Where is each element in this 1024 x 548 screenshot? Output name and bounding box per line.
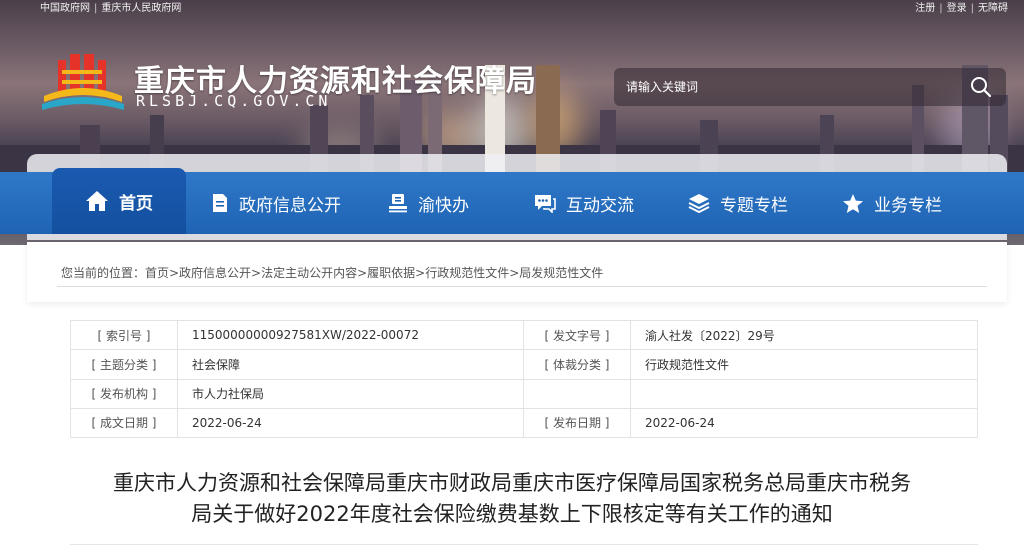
site-logo[interactable] — [40, 50, 126, 114]
nav-label: 互动交流 — [566, 195, 634, 216]
table-row: [ 索引号 ] 11500000000927581XW/2022-00072 [… — [70, 319, 978, 351]
docno-label: [ 发文字号 ] — [523, 319, 631, 351]
topic-value: 社会保障 — [177, 349, 524, 380]
accessibility-link[interactable]: 无障碍 — [978, 3, 1008, 14]
divider — [70, 544, 978, 545]
home-icon — [86, 191, 108, 211]
link-cq-gov[interactable]: 重庆市人民政府网 — [101, 3, 181, 14]
nav-item-business[interactable]: 业务专栏 — [842, 172, 942, 234]
search-icon[interactable] — [970, 76, 992, 98]
document-info-table: [ 索引号 ] 11500000000927581XW/2022-00072 [… — [70, 319, 978, 439]
nav-item-special-topics[interactable]: 专题专栏 — [688, 172, 788, 234]
link-gov-cn[interactable]: 中国政府网 — [40, 3, 90, 14]
star-icon — [843, 193, 863, 213]
docno-value: 渝人社发〔2022〕29号 — [630, 319, 978, 351]
index-label: [ 索引号 ] — [70, 319, 178, 351]
nav-item-gov-info[interactable]: 政府信息公开 — [211, 172, 341, 234]
login-link[interactable]: 登录 — [947, 3, 967, 14]
nav-label: 专题专栏 — [720, 195, 788, 216]
divider — [57, 286, 987, 287]
breadcrumb-panel: 您当前的位置：首页>政府信息公开>法定主动公开内容>履职依据>行政规范性文件>局… — [27, 242, 1007, 302]
top-utility-bar: 中国政府网 | 重庆市人民政府网 注册 | 登录 | 无障碍 — [40, 3, 1008, 14]
main-nav: 首页 政府信息公开 渝快办 互动交流 专题专栏 业务专栏 — [0, 152, 1024, 242]
table-row: [ 发布机构 ] 市人力社保局 — [70, 378, 978, 409]
table-row: [ 主题分类 ] 社会保障 [ 体裁分类 ] 行政规范性文件 — [70, 349, 978, 380]
empty-cell — [523, 378, 631, 409]
stamp-icon — [389, 194, 407, 213]
genre-value: 行政规范性文件 — [630, 349, 978, 380]
document-icon — [213, 194, 227, 212]
layers-icon — [688, 194, 710, 213]
published-date-value: 2022-06-24 — [630, 407, 978, 439]
document-title: 重庆市人力资源和社会保障局重庆市财政局重庆市医疗保障局国家税务总局重庆市税务 局… — [40, 468, 984, 530]
topic-label: [ 主题分类 ] — [70, 349, 178, 380]
nav-label: 业务专栏 — [874, 195, 942, 216]
site-domain: RLSBJ.CQ.GOV.CN — [136, 92, 332, 110]
publisher-value: 市人力社保局 — [177, 378, 524, 409]
nav-label: 政府信息公开 — [239, 195, 341, 216]
nav-label: 渝快办 — [418, 195, 469, 216]
genre-label: [ 体裁分类 ] — [523, 349, 631, 380]
nav-item-interaction[interactable]: 互动交流 — [534, 172, 634, 234]
created-date-label: [ 成文日期 ] — [70, 407, 178, 439]
nav-item-yukuaiban[interactable]: 渝快办 — [388, 172, 469, 234]
nav-item-home[interactable]: 首页 — [52, 168, 186, 234]
table-row: [ 成文日期 ] 2022-06-24 [ 发布日期 ] 2022-06-24 — [70, 407, 978, 439]
document-title-line: 局关于做好2022年度社会保险缴费基数上下限核定等有关工作的通知 — [191, 502, 833, 526]
chat-icon — [535, 195, 556, 213]
nav-label: 首页 — [119, 193, 153, 214]
search-input[interactable] — [626, 68, 956, 106]
search-box — [614, 68, 1006, 106]
document-title-line: 重庆市人力资源和社会保障局重庆市财政局重庆市医疗保障局国家税务总局重庆市税务 — [113, 471, 911, 495]
index-value: 11500000000927581XW/2022-00072 — [177, 319, 524, 351]
register-link[interactable]: 注册 — [915, 3, 935, 14]
empty-cell — [630, 378, 978, 409]
published-date-label: [ 发布日期 ] — [523, 407, 631, 439]
breadcrumb[interactable]: 您当前的位置：首页>政府信息公开>法定主动公开内容>履职依据>行政规范性文件>局… — [61, 264, 603, 281]
publisher-label: [ 发布机构 ] — [70, 378, 178, 409]
created-date-value: 2022-06-24 — [177, 407, 524, 439]
